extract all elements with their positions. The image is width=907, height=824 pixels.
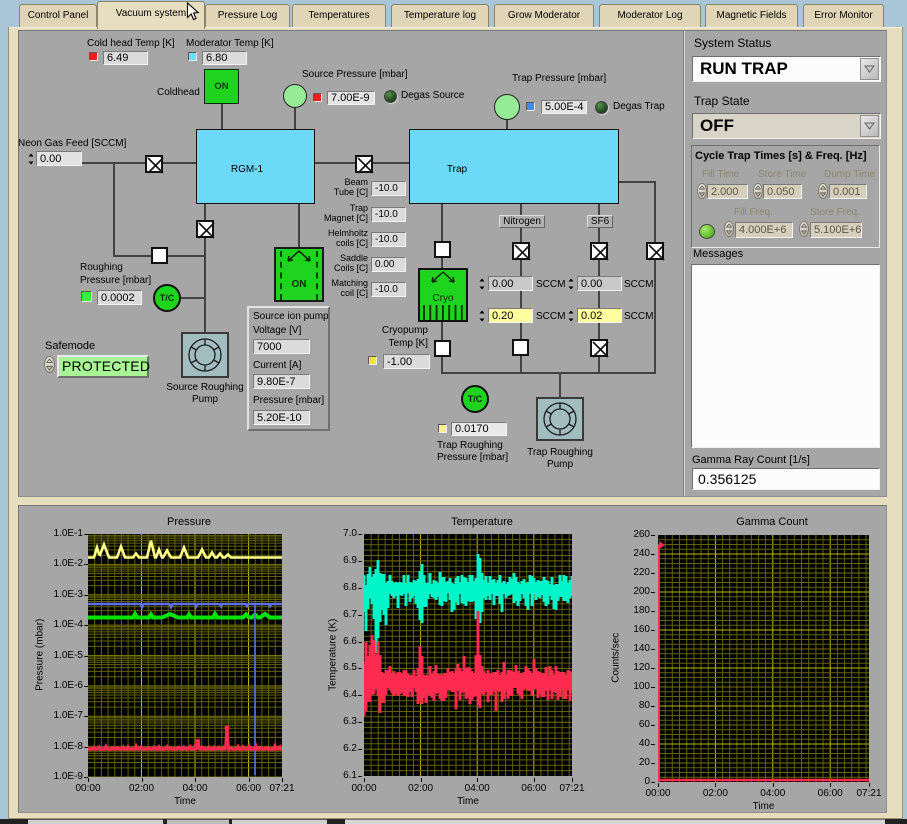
svg-text:Cryo: Cryo [432, 293, 454, 304]
